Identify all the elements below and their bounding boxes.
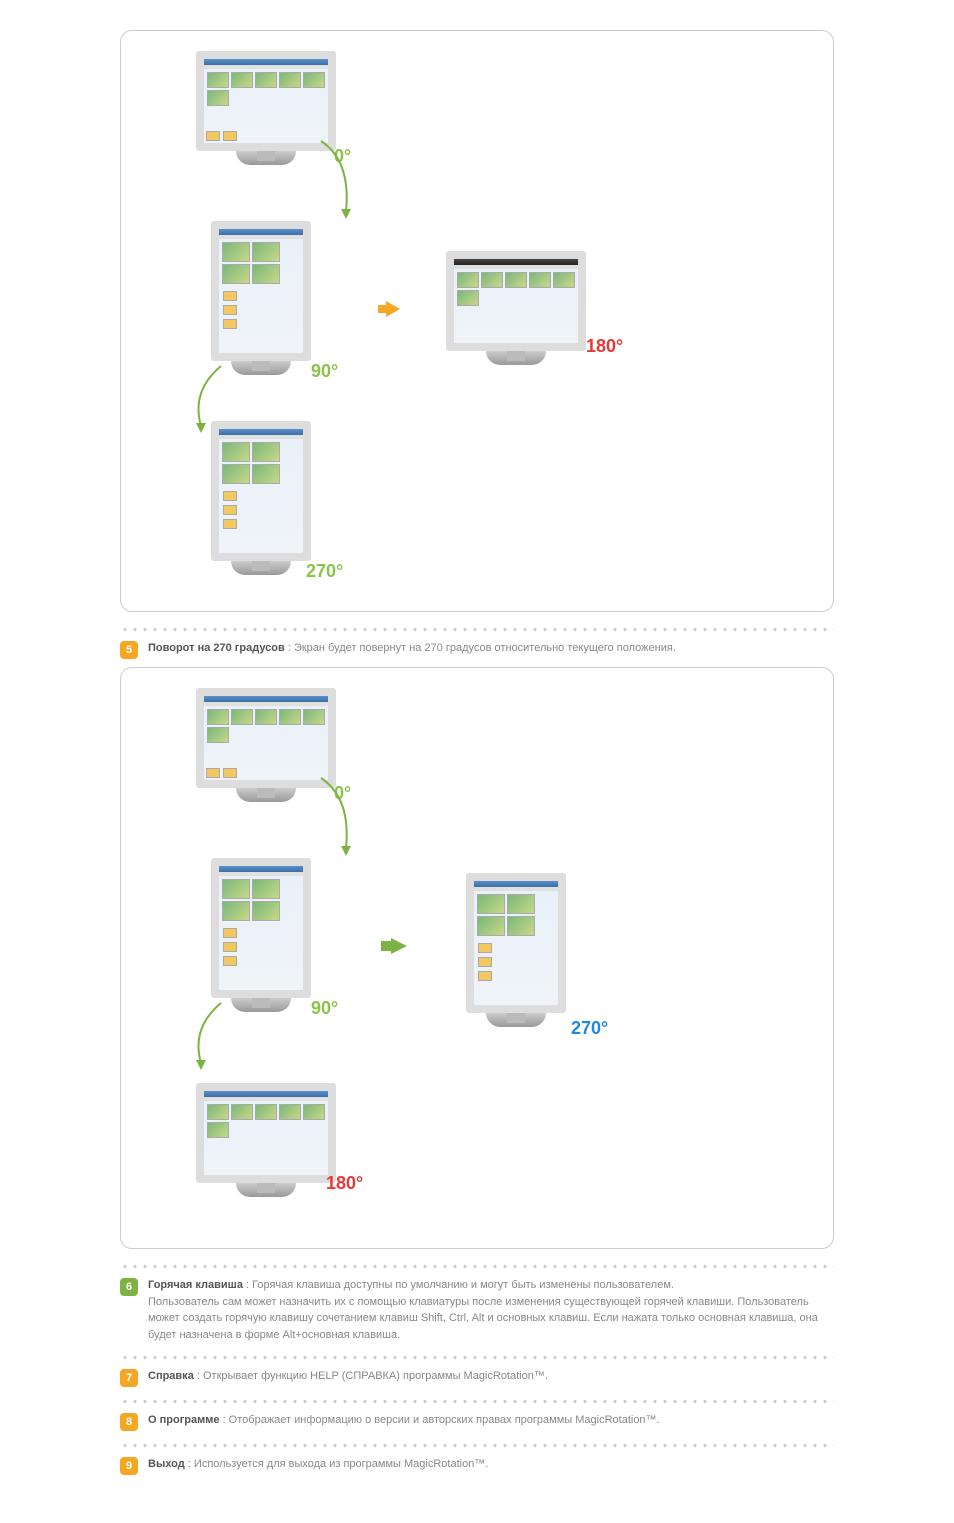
label-90deg: 90°: [311, 998, 338, 1019]
list-item-5: 5 Поворот на 270 градусов : Экран будет …: [120, 640, 834, 659]
label-270deg: 270°: [306, 561, 343, 582]
rotation-diagram-2: 0°: [120, 667, 834, 1249]
monitor-0deg: [196, 688, 336, 802]
label-270deg-blue: 270°: [571, 1018, 608, 1039]
item-text: Горячая клавиша : Горячая клавиша доступ…: [148, 1277, 834, 1343]
list-item-9: 9 Выход : Используется для выхода из про…: [120, 1456, 834, 1475]
list-item-7: 7 Справка : Открывает функцию HELP (СПРА…: [120, 1368, 834, 1387]
label-0deg: 0°: [334, 783, 351, 804]
divider: [120, 627, 834, 632]
monitor-270deg-result: [466, 873, 566, 1027]
item-text: Справка : Открывает функцию HELP (СПРАВК…: [148, 1368, 834, 1385]
badge-7: 7: [120, 1369, 138, 1387]
badge-5: 5: [120, 641, 138, 659]
divider: [120, 1399, 834, 1404]
badge-8: 8: [120, 1413, 138, 1431]
divider: [120, 1443, 834, 1448]
badge-9: 9: [120, 1457, 138, 1475]
monitor-180deg: [446, 251, 586, 365]
monitor-180deg: [196, 1083, 336, 1197]
monitor-90deg: [211, 858, 311, 1012]
list-item-6: 6 Горячая клавиша : Горячая клавиша дост…: [120, 1277, 834, 1343]
monitor-90deg: [211, 221, 311, 375]
document-content: 0°: [0, 0, 954, 1523]
label-0deg: 0°: [334, 146, 351, 167]
divider: [120, 1355, 834, 1360]
label-90deg: 90°: [311, 361, 338, 382]
badge-6: 6: [120, 1278, 138, 1296]
arrow-right-icon: [391, 938, 407, 954]
item-text: О программе : Отображает информацию о ве…: [148, 1412, 834, 1429]
item-text: Поворот на 270 градусов : Экран будет по…: [148, 640, 834, 657]
list-item-8: 8 О программе : Отображает информацию о …: [120, 1412, 834, 1431]
rotation-diagram-1: 0°: [120, 30, 834, 612]
label-180deg: 180°: [326, 1173, 363, 1194]
label-180deg: 180°: [586, 336, 623, 357]
divider: [120, 1264, 834, 1269]
item-text: Выход : Используется для выхода из прогр…: [148, 1456, 834, 1473]
monitor-0deg: [196, 51, 336, 165]
monitor-270deg: [211, 421, 311, 575]
arrow-right-icon: [386, 301, 400, 317]
